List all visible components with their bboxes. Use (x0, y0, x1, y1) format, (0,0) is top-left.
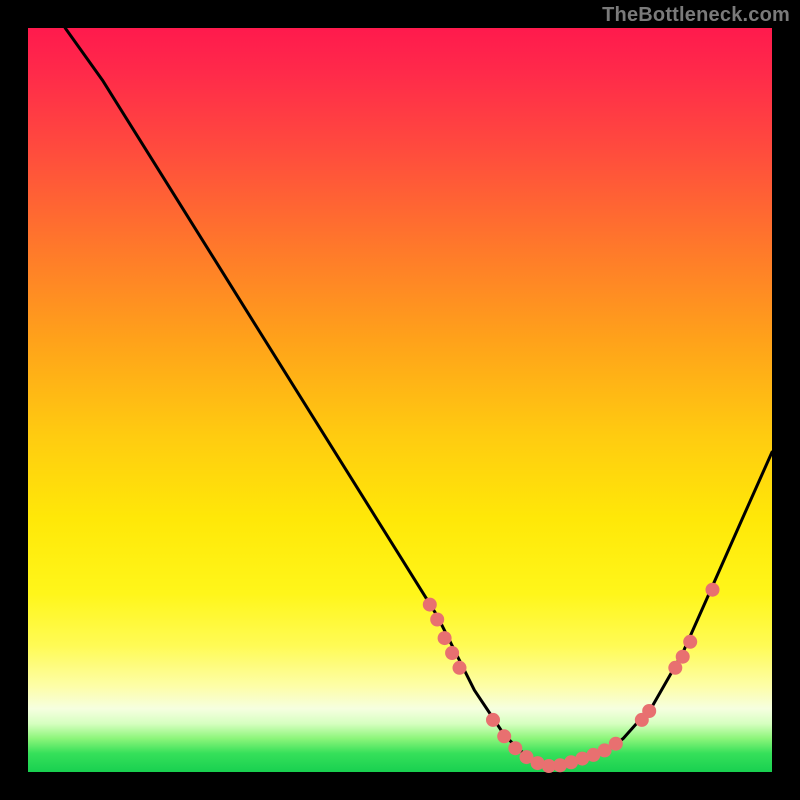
data-marker (683, 635, 697, 649)
data-marker (706, 583, 720, 597)
data-marker (676, 650, 690, 664)
data-marker (453, 661, 467, 675)
chart-stage: TheBottleneck.com (0, 0, 800, 800)
data-marker (642, 704, 656, 718)
data-marker (430, 613, 444, 627)
bottleneck-curve (65, 28, 772, 766)
data-marker (609, 737, 623, 751)
data-marker (445, 646, 459, 660)
plot-area (28, 28, 772, 772)
data-marker (423, 598, 437, 612)
watermark-label: TheBottleneck.com (602, 4, 790, 27)
data-marker (438, 631, 452, 645)
data-marker (497, 729, 511, 743)
data-marker (508, 741, 522, 755)
data-marker (486, 713, 500, 727)
curve-layer (28, 28, 772, 772)
